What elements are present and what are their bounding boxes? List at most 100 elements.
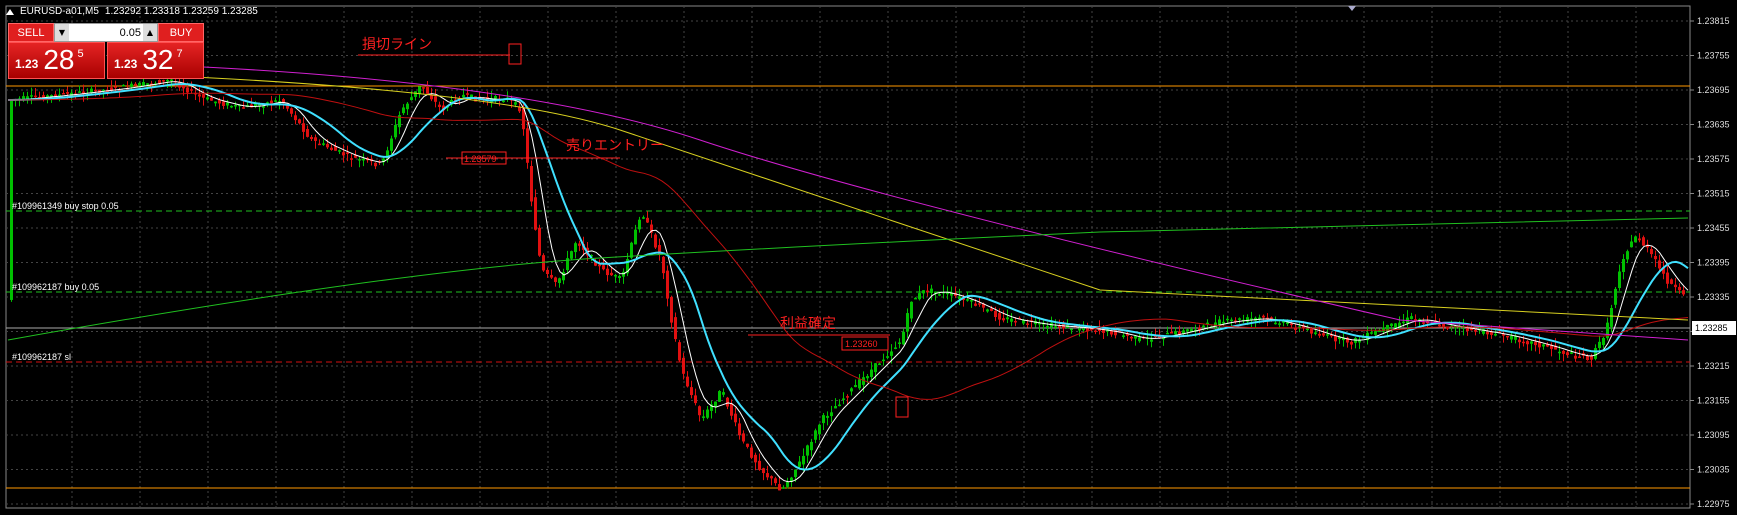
candle-body xyxy=(1570,352,1573,354)
candle-body xyxy=(882,359,885,362)
price-tick-label: 1.23755 xyxy=(1697,51,1730,61)
candle-body xyxy=(550,275,553,278)
buy-button[interactable]: BUY xyxy=(158,23,204,42)
candle-body xyxy=(198,94,201,97)
candle-body xyxy=(602,265,605,270)
candle-body xyxy=(294,115,297,121)
candle-body xyxy=(226,102,229,106)
candle-body xyxy=(738,423,741,436)
candle-body xyxy=(190,89,193,91)
candle-body xyxy=(1238,318,1241,320)
candle-body xyxy=(538,227,541,256)
sell-button[interactable]: SELL xyxy=(8,23,54,42)
candle-body xyxy=(1650,249,1653,255)
candle-body xyxy=(726,397,729,407)
candle-body xyxy=(1390,323,1393,327)
candle-body xyxy=(410,97,413,101)
triangle-icon xyxy=(6,8,14,15)
lot-increase-icon[interactable]: ▲ xyxy=(143,24,157,41)
candle-body xyxy=(786,481,789,487)
buy-price-pip: 7 xyxy=(176,48,183,60)
candle-body xyxy=(1270,317,1273,319)
exit-price-tag: 1.23260 xyxy=(845,339,878,349)
candle-body xyxy=(1422,322,1425,324)
candle-body xyxy=(1314,332,1317,335)
candle-body xyxy=(1290,323,1293,326)
candle-body xyxy=(814,430,817,440)
candle-body xyxy=(678,342,681,361)
candle-body xyxy=(1318,333,1321,336)
candle-body xyxy=(1094,330,1097,333)
lot-size-control: ▼ ▲ xyxy=(54,23,158,42)
sell-price-pip: 5 xyxy=(77,48,84,60)
buy-price-box[interactable]: 1.23 32 7 xyxy=(107,42,204,79)
candle-body xyxy=(1082,328,1085,331)
candle-body xyxy=(902,331,905,345)
take-profit-label: 利益確定 xyxy=(780,316,836,332)
moving-averages xyxy=(7,64,1689,483)
candle-body xyxy=(766,473,769,478)
candle-body xyxy=(1594,348,1597,359)
candle-body xyxy=(1658,260,1661,269)
stop-loss-marker-icon xyxy=(508,43,522,65)
candle-body xyxy=(30,95,33,97)
candle-body xyxy=(930,288,933,293)
candle-body xyxy=(666,270,669,299)
lot-decrease-icon[interactable]: ▼ xyxy=(55,24,69,41)
candle-body xyxy=(1070,328,1073,331)
candle-body xyxy=(1634,236,1637,243)
candle-body xyxy=(210,97,213,101)
candle-body xyxy=(822,415,825,424)
lot-size-input[interactable] xyxy=(69,24,143,41)
candle-body xyxy=(130,83,133,88)
candle-body xyxy=(734,413,737,423)
price-tick-label: 1.22975 xyxy=(1697,499,1730,509)
candle-body xyxy=(894,347,897,349)
candle-body xyxy=(146,83,149,85)
candle-body xyxy=(402,107,405,114)
candle-body xyxy=(122,84,125,87)
candle-body xyxy=(966,299,969,301)
candle-body xyxy=(1674,284,1677,288)
candle-body xyxy=(922,290,925,294)
sell-price-box[interactable]: 1.23 28 5 xyxy=(8,42,105,79)
candle-body xyxy=(422,87,425,89)
candle-body xyxy=(1294,328,1297,330)
candle-body xyxy=(1150,339,1153,342)
price-axis[interactable]: 1.23815 1.23755 1.23695 1.23635 1.23575 1.235… xyxy=(1690,16,1730,509)
candle-body xyxy=(578,243,581,246)
candle-body xyxy=(1202,325,1205,328)
candle-body xyxy=(694,395,697,404)
chart-shift-marker-icon[interactable] xyxy=(1348,6,1356,11)
candle-body xyxy=(1186,329,1189,332)
grid xyxy=(6,6,1690,508)
candle-body xyxy=(898,342,901,344)
candle-body xyxy=(426,87,429,94)
candle-body xyxy=(830,412,833,417)
candle-body xyxy=(1278,323,1281,325)
candle-body xyxy=(926,290,929,293)
candle-body xyxy=(1170,331,1173,334)
candle-body xyxy=(530,166,533,202)
candle-body xyxy=(722,392,725,395)
candle-body xyxy=(838,404,841,407)
candle-body xyxy=(746,443,749,447)
candle-body xyxy=(834,406,837,409)
candle-body xyxy=(574,243,577,253)
price-chart[interactable]: 損切ライン 売りエントリー 利益確定 1.23579 1.23260 #1099… xyxy=(0,0,1737,515)
price-tick-label: 1.23635 xyxy=(1697,120,1730,130)
candle-body xyxy=(182,84,185,89)
candle-body xyxy=(1002,318,1005,321)
chart-window[interactable]: 損切ライン 売りエントリー 利益確定 1.23579 1.23260 #1099… xyxy=(0,0,1737,515)
candle-body xyxy=(1626,251,1629,260)
candle-body xyxy=(1410,316,1413,319)
candle-body xyxy=(1614,288,1617,305)
candle-body xyxy=(1678,286,1681,291)
candle-body xyxy=(62,93,65,95)
candle-body xyxy=(1682,290,1685,295)
candle-body xyxy=(918,293,921,300)
sell-entry-label: 売りエントリー xyxy=(566,138,664,154)
candle-body xyxy=(358,159,361,161)
candle-body xyxy=(630,242,633,258)
candle-body xyxy=(222,101,225,106)
